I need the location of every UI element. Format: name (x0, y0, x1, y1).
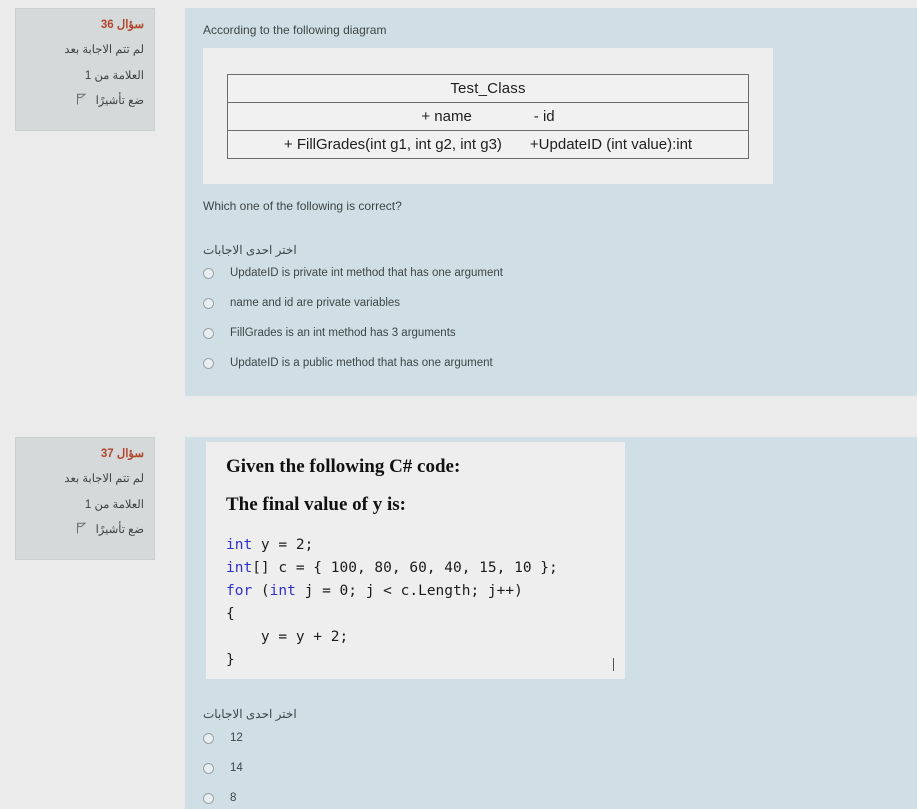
answer-option-label: name and id are private variables (230, 297, 401, 309)
question-mark-label: العلامة من 1 (84, 499, 144, 511)
flag-question-label: ضع تأشيرًا (95, 524, 144, 536)
question-mark-label: العلامة من 1 (84, 70, 144, 82)
uml-class-name-row: Test_Class (227, 74, 749, 103)
flag-question-link[interactable]: ضع تأشيرًا (26, 518, 144, 543)
flag-question-label: ضع تأشيرًا (95, 95, 144, 107)
text-cursor (613, 658, 614, 671)
answer-option-36-4[interactable]: UpdateID is a public method that has one… (203, 354, 493, 372)
question-intro-text: According to the following diagram (203, 23, 387, 37)
uml-class-name: Test_Class (227, 74, 749, 103)
answer-option-36-1[interactable]: UpdateID is private int method that has … (203, 264, 503, 282)
answer-option-36-2[interactable]: name and id are private variables (203, 294, 400, 312)
uml-method-updateid: +UpdateID (int value):int (529, 136, 693, 153)
code-heading-primary: Given the following C# code: (226, 456, 461, 477)
radio-button[interactable] (203, 792, 214, 804)
radio-button[interactable] (203, 732, 214, 744)
uml-attributes-row: + name - id (227, 102, 749, 131)
answer-option-label: 8 (230, 792, 237, 804)
question-info-box-37: سؤال 37 لم تتم الاجابة بعد العلامة من 1 … (15, 437, 155, 560)
answer-option-label: UpdateID is private int method that has … (230, 267, 503, 279)
uml-class-table: Test_Class + name - id + FillGrades(int g… (227, 74, 749, 159)
question-block-36: سؤال 36 لم تتم الاجابة بعد العلامة من 1 … (0, 8, 917, 396)
answer-option-37-1[interactable]: 12 (203, 729, 243, 747)
radio-button[interactable] (203, 267, 214, 279)
radio-button[interactable] (203, 762, 214, 774)
question-status-label: لم تتم الاجابة بعد (64, 473, 144, 485)
answers-instruction-label-37: اختر احدى الاجابات (203, 707, 297, 721)
question-number-label: سؤال 36 (100, 19, 144, 31)
radio-button[interactable] (203, 327, 214, 339)
question-content-panel-36: According to the following diagram Test_… (185, 8, 917, 396)
code-snippet-figure: Given the following C# code: The final v… (206, 442, 625, 679)
uml-attribute-name: + name (421, 108, 472, 125)
answer-option-36-3[interactable]: FillGrades is an int method has 3 argume… (203, 324, 456, 342)
answer-option-label: 12 (230, 732, 243, 744)
answer-option-37-3[interactable]: 8 (203, 789, 236, 807)
flag-question-link[interactable]: ضع تأشيرًا (26, 89, 144, 114)
answer-option-label: 14 (230, 762, 243, 774)
answers-instruction-label-36: اختر احدى الاجابات (203, 243, 297, 257)
uml-class-diagram-figure: Test_Class + name - id + FillGrades(int g… (203, 48, 773, 184)
uml-methods-row: + FillGrades(int g1, int g2, int g3) +Upd… (227, 130, 749, 159)
radio-button[interactable] (203, 297, 214, 309)
code-block: int y = 2; int[] c = { 100, 80, 60, 40, … (226, 537, 558, 668)
answer-option-label: UpdateID is a public method that has one… (230, 357, 493, 369)
question-status-label: لم تتم الاجابة بعد (64, 44, 144, 56)
flag-icon (76, 519, 87, 543)
uml-method-fillgrades: + FillGrades(int g1, int g2, int g3) (283, 136, 502, 153)
question-divider (0, 396, 917, 437)
uml-attribute-id: - id (533, 108, 555, 125)
answer-option-37-2[interactable]: 14 (203, 759, 243, 777)
question-number-label: سؤال 37 (100, 448, 144, 460)
question-info-box-36: سؤال 36 لم تتم الاجابة بعد العلامة من 1 … (15, 8, 155, 131)
question-prompt-text: Which one of the following is correct? (203, 199, 402, 213)
question-block-37: سؤال 37 لم تتم الاجابة بعد العلامة من 1 … (0, 437, 917, 809)
flag-icon (76, 90, 87, 114)
radio-button[interactable] (203, 357, 214, 369)
question-content-panel-37: Given the following C# code: The final v… (185, 437, 917, 809)
code-heading-secondary: The final value of y is: (226, 494, 406, 515)
answer-option-label: FillGrades is an int method has 3 argume… (230, 327, 456, 339)
